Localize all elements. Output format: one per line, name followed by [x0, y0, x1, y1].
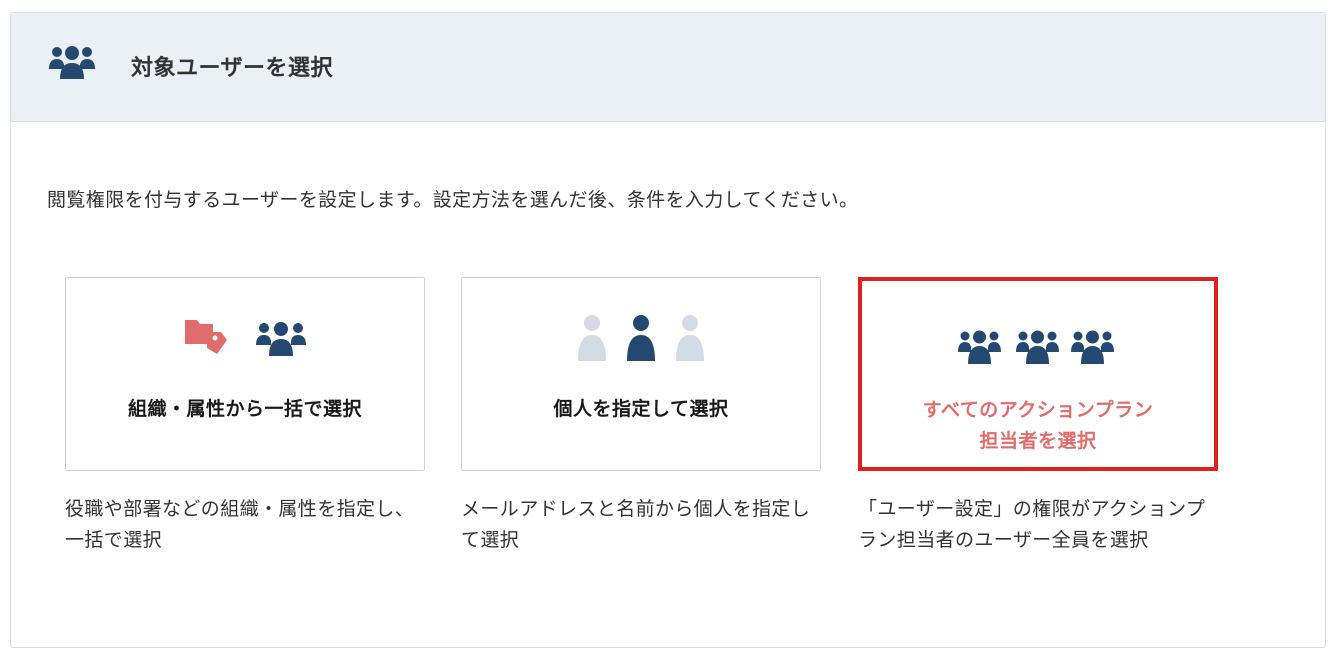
select-all-action-plan-owners-card[interactable]: すべてのアクションプラン 担当者を選択	[858, 277, 1218, 471]
page-title: 対象ユーザーを選択	[131, 56, 334, 81]
select-individual-description: メールアドレスと名前から個人を指定して選択	[461, 498, 811, 551]
select-all-action-plan-owners-label: すべてのアクションプラン 担当者を選択	[862, 395, 1214, 457]
instruction-text: 閲覧権限を付与するユーザーを設定します。設定方法を選んだ後、条件を入力してくださ…	[47, 189, 859, 211]
all-users-icon	[862, 319, 1214, 371]
individual-user-icon	[462, 312, 820, 364]
select-all-action-plan-owners-description: 「ユーザー設定」の権限がアクションプラン担当者のユーザー全員を選択	[858, 498, 1206, 551]
org-tag-users-icon	[66, 312, 424, 364]
users-group-icon	[49, 46, 95, 79]
select-individual-label: 個人を指定して選択	[553, 398, 729, 420]
select-target-users-panel: 対象ユーザーを選択 閲覧権限を付与するユーザーを設定します。設定方法を選んだ後、…	[10, 12, 1326, 648]
panel-header: 対象ユーザーを選択	[11, 13, 1325, 122]
label-line-2: 担当者を選択	[979, 430, 1097, 452]
select-by-organization-description: 役職や部署などの組織・属性を指定し、一括で選択	[65, 498, 415, 551]
select-by-organization-label: 組織・属性から一括で選択	[127, 398, 362, 420]
select-individual-card[interactable]: 個人を指定して選択	[461, 277, 821, 471]
label-line-1: すべてのアクションプラン	[922, 399, 1154, 421]
select-by-organization-card[interactable]: 組織・属性から一括で選択	[65, 277, 425, 471]
